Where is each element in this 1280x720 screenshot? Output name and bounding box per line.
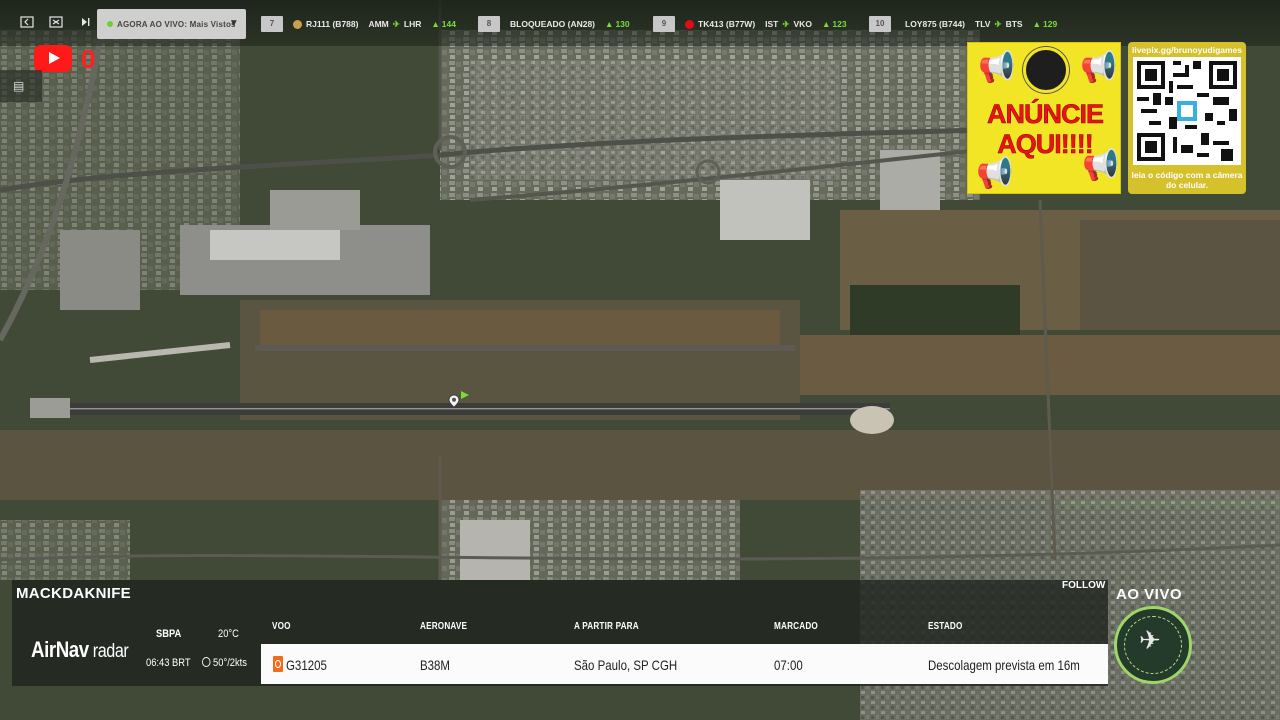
club-logo-icon [1023,47,1069,93]
flight-ticker-bar: AGORA AO VIVO: Mais Vistos ▼ 7 RJ111 (B7… [0,0,1280,46]
ticker-flight: RJ111 (B788) [306,19,359,29]
ticker-index: 8 [478,16,500,32]
header-status: ESTADO [928,621,963,632]
megaphone-icon: 📢 [976,157,1014,190]
header-flight: VOO [272,621,291,632]
side-panel-toggle[interactable]: ▤ [0,70,42,102]
megaphone-icon: 📢 [978,51,1016,84]
flight-number: G31205 [286,657,327,673]
follow-label: FOLLOW [1062,580,1106,591]
header-scheduled: MARCADO [774,621,818,632]
ticker-index: 10 [869,16,891,32]
wind-readout: 50°/2kts [202,657,247,669]
plane-icon: ✈ [994,18,1002,29]
aircraft-marker-icon[interactable] [460,390,470,400]
chevron-down-icon: ▼ [228,18,239,29]
youtube-icon[interactable] [34,45,72,72]
airnav-radar-logo: AirNav radar [31,637,129,663]
ticker-item[interactable]: 9 TK413 (B77W) IST ✈ VKO ▲ 123 [653,16,847,32]
altitude-icon: ▲ [821,19,831,29]
flight-info-panel: MACKDAKNIFE AirNav radar SBPA 06:43 BRT … [12,580,1108,686]
live-dot-icon [107,21,113,27]
location-pin-icon[interactable] [448,394,460,408]
live-select-label: AGORA AO VIVO: Mais Vistos [117,19,236,29]
qr-code-image [1133,57,1241,165]
qr-url: livepix.gg/brunoyudigames [1131,45,1243,55]
stream-overlay: AGORA AO VIVO: Mais Vistos ▼ 7 RJ111 (B7… [0,0,1280,720]
ao-vivo-label: AO VIVO [1116,586,1183,603]
airplane-icon: ✈ [1139,625,1161,655]
ticker-from: TLV [975,19,991,29]
brand-bold: AirNav [31,637,89,662]
wind-icon [202,657,211,667]
gol-airline-icon [273,656,283,672]
altitude-icon: ▲ [1032,19,1041,29]
ticker-item[interactable]: 7 RJ111 (B788) AMM ✈ LHR ▲ 144 [261,16,456,32]
header-aircraft: AERONAVE [420,621,468,632]
brand-light: radar [88,641,129,662]
skip-icon[interactable] [77,15,93,31]
ticker-flight: TK413 (B77W) [698,19,756,29]
ad-title: ANÚNCIE AQUI!!!! [986,99,1105,160]
qr-code-panel[interactable]: livepix.gg/brunoyudigames leia o código … [1128,42,1246,194]
plane-icon: ✈ [782,18,790,29]
ticker-altitude: 130 [615,19,630,29]
altitude-icon: ▲ [431,19,440,29]
flight-row[interactable]: G31205 B38M São Paulo, SP CGH 07:00 Desc… [261,644,1108,684]
royal-jordanian-icon [293,19,302,29]
ticker-altitude: 129 [1042,19,1058,29]
collapse-icon[interactable] [19,15,35,31]
ticker-from: AMM [368,19,389,29]
ticker-from: IST [765,19,779,29]
youtube-count: 0 [81,44,96,74]
ticker-to: VKO [793,19,812,29]
advertise-banner[interactable]: 📢 📢 📢 📢 ANÚNCIE AQUI!!!! [967,42,1121,194]
airport-code: SBPA [156,628,182,640]
local-time: 06:43 BRT [146,657,191,669]
club-badge-logo: ✈ [1114,606,1192,684]
list-icon: ▤ [13,79,25,93]
flight-status: Descolagem prevista em 16m [928,657,1080,673]
header-route: A PARTIR PARA [574,621,639,632]
streamer-username: MACKDAKNIFE [16,585,131,602]
ticker-to: LHR [403,19,422,29]
ticker-item[interactable]: 10 LOY875 (B744) TLV ✈ BTS ▲ 129 [869,16,1057,32]
ticker-flight: BLOQUEADO (AN28) [510,19,596,29]
ticker-altitude: 123 [832,19,847,29]
ticker-index: 9 [653,16,675,32]
ticker-flight: LOY875 (B744) [905,19,965,29]
megaphone-icon: 📢 [1080,51,1118,84]
qr-caption: leia o código com a câmera do celular. [1131,170,1243,190]
ticker-index: 7 [261,16,283,32]
scheduled-time: 07:00 [774,657,803,673]
turkish-airlines-icon [685,19,694,29]
altitude-icon: ▲ [605,19,614,29]
live-category-select[interactable]: AGORA AO VIVO: Mais Vistos ▼ [97,9,246,39]
ticker-to: BTS [1005,19,1023,29]
expand-icon[interactable] [48,15,64,31]
plane-icon: ✈ [392,18,400,29]
temperature: 20°C [218,628,239,640]
route: São Paulo, SP CGH [574,657,678,673]
aircraft-type: B38M [420,657,450,673]
ticker-item[interactable]: 8 BLOQUEADO (AN28) ▲ 130 [478,16,630,32]
wind-value: 50°/2kts [213,657,247,669]
ticker-altitude: 144 [441,19,456,29]
